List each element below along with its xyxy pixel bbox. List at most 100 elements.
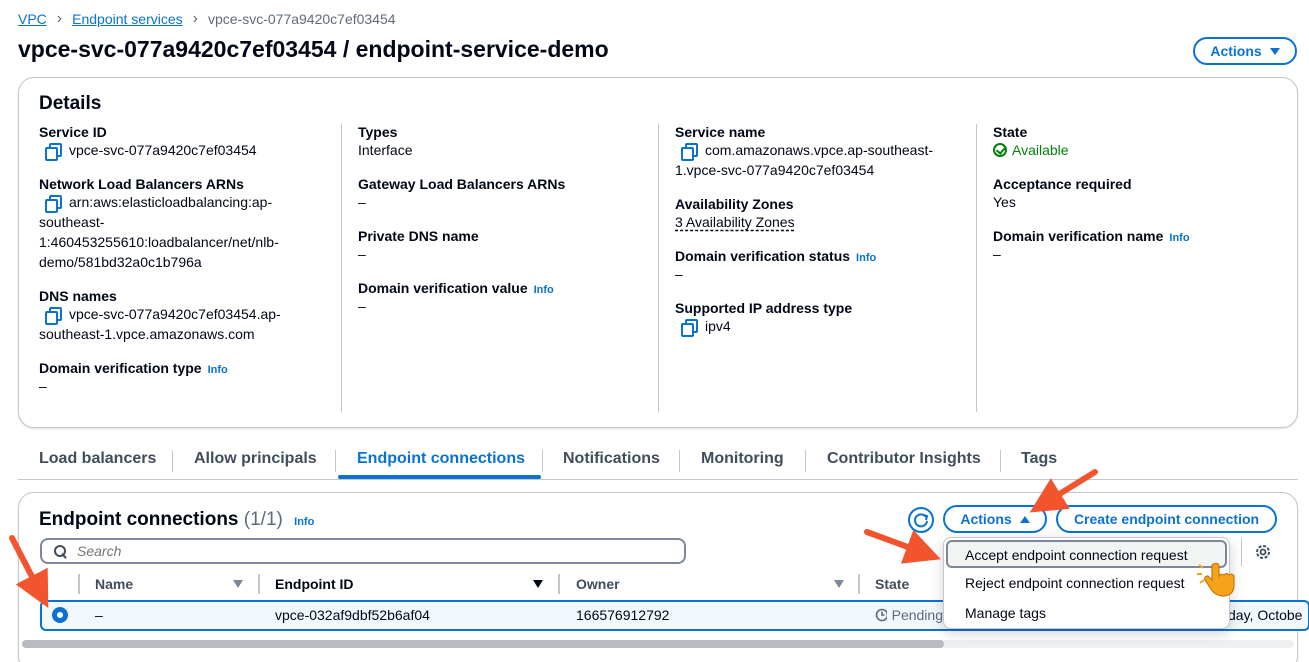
- cell-date-partial: day, Octobe: [1228, 607, 1303, 623]
- info-link[interactable]: Info: [1169, 232, 1189, 244]
- copy-icon[interactable]: [681, 319, 698, 337]
- domain-verification-type-label: Domain verification type Info: [39, 360, 329, 376]
- service-name-label: Service name: [675, 124, 766, 140]
- row-radio-selected[interactable]: [52, 607, 68, 623]
- connections-count: (1/1): [243, 509, 283, 530]
- cell-owner: 166576912792: [576, 607, 670, 623]
- column-divider: [976, 124, 977, 412]
- menu-item-manage-tags[interactable]: Manage tags: [965, 605, 1046, 621]
- info-link[interactable]: Info: [294, 516, 314, 528]
- domain-verification-value-label: Domain verification value Info: [358, 280, 648, 296]
- service-id-value: vpce-svc-077a9420c7ef03454: [69, 142, 257, 158]
- settings-gear-icon[interactable]: [1254, 543, 1272, 561]
- domain-verification-status-label: Domain verification status Info: [675, 248, 965, 264]
- tab-tags[interactable]: Tags: [1021, 450, 1057, 468]
- cell-state: Pending: [875, 607, 943, 623]
- caret-down-icon: [1269, 47, 1280, 55]
- service-name-line-1: com.amazonaws.vpce.ap-southeast-: [705, 142, 933, 158]
- connections-actions-label: Actions: [960, 511, 1012, 527]
- connections-actions-button[interactable]: Actions: [943, 505, 1047, 533]
- sort-icon[interactable]: [233, 580, 243, 588]
- cell-endpoint-id: vpce-032af9dbf52b6af04: [275, 607, 430, 623]
- tab-monitoring[interactable]: Monitoring: [701, 450, 784, 468]
- copy-icon[interactable]: [45, 195, 62, 213]
- details-heading: Details: [39, 93, 102, 114]
- az-value[interactable]: 3 Availability Zones: [675, 212, 965, 232]
- tab-contributor-insights[interactable]: Contributor Insights: [827, 450, 981, 468]
- column-divider: [658, 124, 659, 412]
- column-header-endpoint-id[interactable]: Endpoint ID: [275, 576, 354, 592]
- gwlb-arns-label: Gateway Load Balancers ARNs: [358, 176, 566, 192]
- tab-load-balancers[interactable]: Load balancers: [39, 450, 156, 468]
- column-separator: [558, 574, 560, 594]
- tab-separator: [335, 450, 336, 472]
- info-link[interactable]: Info: [856, 252, 876, 264]
- copy-icon[interactable]: [45, 143, 62, 161]
- domain-verification-value-value: –: [358, 298, 366, 314]
- dns-line-1: vpce-svc-077a9420c7ef03454.ap-: [69, 306, 281, 322]
- chevron-right-icon: ›: [56, 10, 63, 27]
- horizontal-scrollbar-thumb[interactable]: [22, 640, 944, 648]
- domain-verification-name-value: –: [993, 246, 1001, 262]
- column-divider: [341, 124, 342, 412]
- tab-notifications[interactable]: Notifications: [563, 450, 660, 468]
- caret-up-icon: [1019, 515, 1030, 523]
- domain-verification-type-value: –: [39, 378, 47, 394]
- service-name-line-2: 1.vpce-svc-077a9420c7ef03454: [675, 162, 875, 178]
- copy-icon[interactable]: [45, 307, 62, 325]
- nlb-arns-row: arn:aws:elasticloadbalancing:ap-: [39, 192, 329, 213]
- sort-icon[interactable]: [533, 580, 543, 588]
- search-icon: [54, 544, 67, 558]
- info-link[interactable]: Info: [208, 364, 228, 376]
- az-label: Availability Zones: [675, 196, 794, 212]
- state-value-text: Available: [1012, 142, 1069, 158]
- search-field[interactable]: [40, 538, 686, 564]
- gwlb-arns-value: –: [358, 194, 366, 210]
- supported-ip-label: Supported IP address type: [675, 300, 853, 316]
- types-label: Types: [358, 124, 398, 140]
- tab-bar: Load balancers Allow principals Endpoint…: [18, 440, 1298, 480]
- actions-dropdown-menu: Accept endpoint connection request Rejec…: [943, 537, 1230, 629]
- nlb-arns-label: Network Load Balancers ARNs: [39, 176, 244, 192]
- menu-item-reject-connection[interactable]: Reject endpoint connection request: [965, 575, 1184, 591]
- header-actions-button[interactable]: Actions: [1193, 37, 1297, 65]
- acceptance-value: Yes: [993, 194, 1016, 210]
- menu-item-accept-connection[interactable]: Accept endpoint connection request: [946, 540, 1227, 568]
- supported-ip-row: ipv4: [675, 316, 965, 337]
- info-link[interactable]: Info: [534, 284, 554, 296]
- chevron-right-icon: ›: [192, 10, 198, 27]
- column-separator: [78, 574, 80, 594]
- breadcrumb-link-vpc[interactable]: VPC: [18, 11, 47, 27]
- column-header-name[interactable]: Name: [95, 576, 133, 592]
- cell-name: –: [95, 607, 103, 623]
- service-id-row: vpce-svc-077a9420c7ef03454: [39, 140, 329, 161]
- tab-allow-principals[interactable]: Allow principals: [194, 450, 317, 468]
- supported-ip-value: ipv4: [705, 318, 731, 334]
- domain-verification-name-label: Domain verification name Info: [993, 228, 1283, 244]
- private-dns-value: –: [358, 246, 366, 262]
- copy-icon[interactable]: [681, 143, 698, 161]
- acceptance-label: Acceptance required: [993, 176, 1132, 192]
- details-column-3: Service name com.amazonaws.vpce.ap-south…: [675, 124, 965, 337]
- dns-names-row: vpce-svc-077a9420c7ef03454.ap-: [39, 304, 329, 325]
- types-value: Interface: [358, 142, 413, 158]
- breadcrumb-link-endpoint-services[interactable]: Endpoint services: [72, 11, 183, 27]
- tab-separator: [1000, 450, 1001, 472]
- service-id-label: Service ID: [39, 124, 107, 140]
- dns-line-2: southeast-1.vpce.amazonaws.com: [39, 326, 255, 342]
- domain-verification-type-label-text: Domain verification type: [39, 360, 202, 376]
- details-column-2: Types Interface Gateway Load Balancers A…: [358, 124, 648, 316]
- domain-verification-value-label-text: Domain verification value: [358, 280, 528, 296]
- details-column-4: State Available Acceptance required Yes …: [993, 124, 1283, 264]
- sort-icon[interactable]: [834, 580, 844, 588]
- tab-separator: [805, 450, 806, 472]
- search-input[interactable]: [77, 543, 637, 559]
- tab-separator: [172, 450, 173, 472]
- refresh-button[interactable]: [907, 506, 935, 534]
- state-value: Available: [993, 140, 1283, 160]
- create-endpoint-connection-button[interactable]: Create endpoint connection: [1056, 505, 1277, 533]
- column-header-owner[interactable]: Owner: [576, 576, 620, 592]
- toolbar-divider: [1241, 538, 1242, 566]
- column-header-state[interactable]: State: [875, 576, 909, 592]
- tab-endpoint-connections[interactable]: Endpoint connections: [357, 450, 525, 468]
